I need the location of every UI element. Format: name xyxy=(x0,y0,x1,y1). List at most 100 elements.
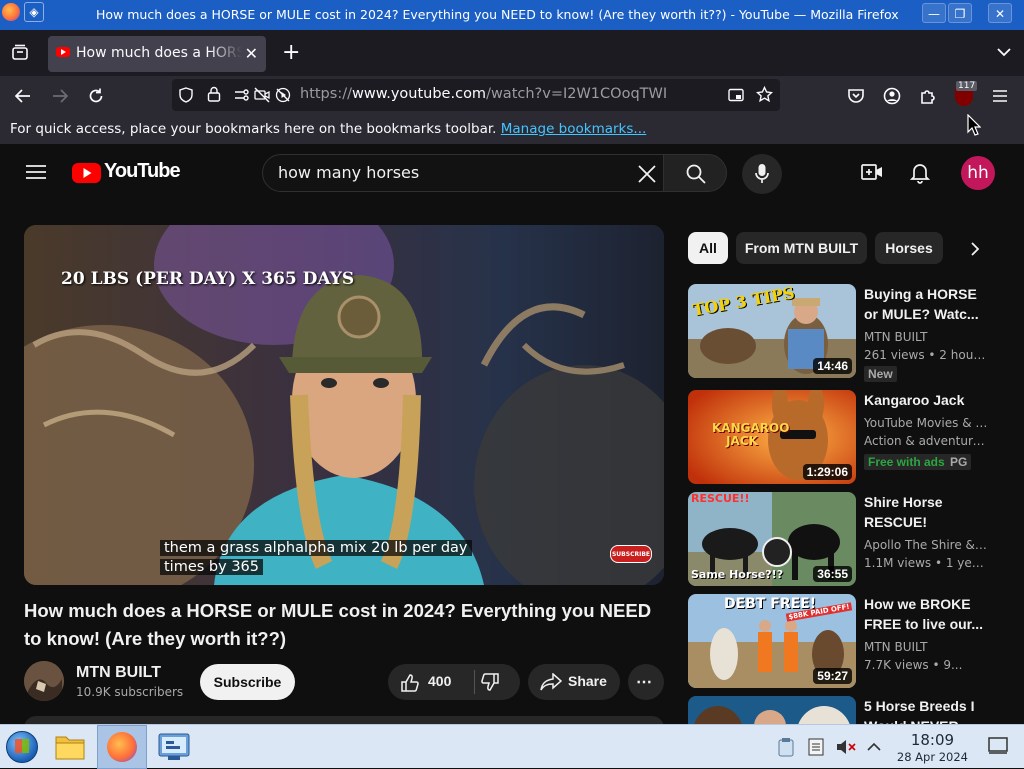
related-title[interactable]: 5 Horse Breeds I Would NEVER Get xyxy=(864,696,984,724)
volume-muted-icon[interactable] xyxy=(836,738,856,756)
related-video-3[interactable]: RESCUE!! Same Horse?!? 36:55 Shire Horse… xyxy=(688,492,1004,588)
related-meta: Action & adventure • xyxy=(864,434,988,448)
related-title[interactable]: Kangaroo Jack xyxy=(864,390,984,410)
notes-tray-icon[interactable] xyxy=(808,738,824,756)
search-input[interactable]: how many horses xyxy=(262,154,664,192)
extensions-icon[interactable] xyxy=(919,87,937,105)
search-query: how many horses xyxy=(278,163,420,182)
tracking-protection-icon[interactable] xyxy=(178,87,194,103)
youtube-page: YouTube how many horses hh 20 LBS (PER D… xyxy=(0,144,1024,724)
share-button[interactable]: Share xyxy=(528,664,620,700)
related-video-5[interactable]: 5 Horse Breeds I Would NEVER Get xyxy=(688,696,1004,724)
like-count: 400 xyxy=(428,673,452,689)
user-avatar[interactable]: hh xyxy=(961,156,995,190)
like-divider xyxy=(474,670,475,694)
back-icon[interactable] xyxy=(14,87,32,105)
bookmarks-toolbar: For quick access, place your bookmarks h… xyxy=(0,114,1024,144)
related-title[interactable]: Buying a HORSE or MULE? Watc... xyxy=(864,284,984,324)
chip-all[interactable]: All xyxy=(688,232,728,264)
forward-icon[interactable] xyxy=(51,87,69,105)
list-all-tabs-icon[interactable] xyxy=(996,44,1012,60)
clear-search-icon[interactable] xyxy=(638,165,656,183)
taskbar-clock[interactable]: 18:09 28 Apr 2024 xyxy=(897,731,968,764)
subscriber-count: 10.9K subscribers xyxy=(76,685,184,699)
related-title[interactable]: Shire Horse RESCUE! Apollo... xyxy=(864,492,984,532)
lock-icon[interactable] xyxy=(207,86,221,102)
video-overlay-text: 20 LBS (PER DAY) X 365 DAYS xyxy=(61,269,355,289)
clipboard-tray-icon[interactable] xyxy=(778,737,794,757)
related-thumbnail[interactable]: DEBT FREE! $88K PAID OFF! 59:27 xyxy=(688,594,856,688)
channel-name[interactable]: MTN BUILT xyxy=(76,664,161,682)
file-manager-icon[interactable] xyxy=(54,733,86,761)
rating-badge: PG xyxy=(946,454,972,470)
notifications-bell-icon[interactable] xyxy=(910,162,930,184)
like-button[interactable]: 400 xyxy=(388,664,472,700)
pocket-icon[interactable] xyxy=(847,87,865,105)
related-channel[interactable]: MTN BUILT xyxy=(864,328,988,346)
related-video-2[interactable]: KANGAROO JACK 1:29:06 Kangaroo Jack YouT… xyxy=(688,390,1004,486)
related-video-4[interactable]: DEBT FREE! $88K PAID OFF! 59:27 How we B… xyxy=(688,594,1004,690)
app-menu-icon[interactable] xyxy=(991,87,1009,105)
free-with-ads-badge: Free with ads xyxy=(864,454,949,470)
dislike-button[interactable] xyxy=(480,672,500,692)
url-bar[interactable]: https://www.youtube.com/watch?v=I2W1COoq… xyxy=(172,79,780,111)
related-video-1[interactable]: TOP 3 TIPS 14:46 Buying a HORSE or MULE?… xyxy=(688,284,1004,382)
autoplay-blocked-icon[interactable] xyxy=(275,87,291,103)
maximize-button[interactable]: ❐ xyxy=(948,3,972,23)
picture-in-picture-icon[interactable] xyxy=(728,87,744,103)
tab-title: How much does a HORSE or MULE cost in 20… xyxy=(76,45,242,61)
tab-overview-icon[interactable] xyxy=(11,43,29,61)
thumbnail-text: KANGAROO JACK xyxy=(712,421,790,448)
permissions-icon[interactable] xyxy=(234,87,250,103)
url-text[interactable]: https://www.youtube.com/watch?v=I2W1COoq… xyxy=(300,86,667,102)
window-menu-icon[interactable]: ◈ xyxy=(24,2,44,22)
chips-next-icon[interactable] xyxy=(968,241,982,257)
clock-date: 28 Apr 2024 xyxy=(896,750,968,764)
related-meta: 7.7K views • 9... xyxy=(864,658,963,672)
related-thumbnail[interactable]: KANGAROO JACK 1:29:06 xyxy=(688,390,856,484)
navigation-toolbar: https://www.youtube.com/watch?v=I2W1COoq… xyxy=(0,76,1024,116)
related-channel[interactable]: MTN BUILT xyxy=(864,638,988,656)
clock-time: 18:09 xyxy=(910,731,955,749)
thumbs-down-icon xyxy=(481,673,499,691)
show-desktop-icon[interactable] xyxy=(988,737,1008,755)
channel-avatar[interactable] xyxy=(24,661,64,701)
minimize-button[interactable]: — xyxy=(922,3,946,23)
video-player[interactable]: 20 LBS (PER DAY) X 365 DAYS them a grass… xyxy=(24,225,664,585)
caption-line-1: them a grass alphalpha mix 20 lb per day xyxy=(160,540,472,556)
create-video-icon[interactable] xyxy=(861,163,883,181)
caption-line-2: times by 365 xyxy=(160,559,263,575)
more-actions-button[interactable]: ⋯ xyxy=(628,664,664,700)
account-icon[interactable] xyxy=(883,87,901,105)
chip-from-channel[interactable]: From MTN BUILT xyxy=(736,232,867,264)
close-window-button[interactable]: ✕ xyxy=(988,3,1012,23)
related-title[interactable]: How we BROKE FREE to live our... xyxy=(864,594,984,634)
tab-active[interactable]: How much does a HORSE or MULE cost in 20… xyxy=(48,36,266,72)
related-thumbnail[interactable] xyxy=(688,696,856,724)
thumbnail-image xyxy=(688,696,856,724)
bookmarks-hint-text: For quick access, place your bookmarks h… xyxy=(10,121,497,137)
new-tab-button[interactable]: + xyxy=(282,40,300,65)
reload-icon[interactable] xyxy=(87,87,105,105)
related-channel[interactable]: YouTube Movies & TV xyxy=(864,414,988,432)
voice-search-button[interactable] xyxy=(742,154,782,194)
video-title: How much does a HORSE or MULE cost in 20… xyxy=(24,600,652,649)
chip-horses[interactable]: Horses xyxy=(875,232,943,264)
bookmark-star-icon[interactable] xyxy=(756,86,773,103)
camera-blocked-icon[interactable] xyxy=(254,87,270,103)
tray-expand-icon[interactable] xyxy=(866,740,882,752)
control-panel-icon[interactable] xyxy=(158,733,190,761)
search-button[interactable] xyxy=(663,154,727,192)
favicon-play-icon xyxy=(61,49,66,55)
related-thumbnail[interactable]: RESCUE!! Same Horse?!? 36:55 xyxy=(688,492,856,586)
tab-close-icon[interactable]: ✕ xyxy=(245,44,258,63)
video-duration: 59:27 xyxy=(813,668,852,684)
thumbnail-text: RESCUE!! xyxy=(691,492,750,505)
manage-bookmarks-link[interactable]: Manage bookmarks... xyxy=(501,121,647,137)
hamburger-menu-icon[interactable] xyxy=(26,164,46,180)
related-channel[interactable]: Apollo The Shire & ... xyxy=(864,536,988,554)
subscribe-button[interactable]: Subscribe xyxy=(200,664,295,700)
subscribe-watermark[interactable]: SUBSCRIBE xyxy=(610,545,652,563)
related-thumbnail[interactable]: TOP 3 TIPS 14:46 xyxy=(688,284,856,378)
video-duration: 36:55 xyxy=(813,566,852,582)
